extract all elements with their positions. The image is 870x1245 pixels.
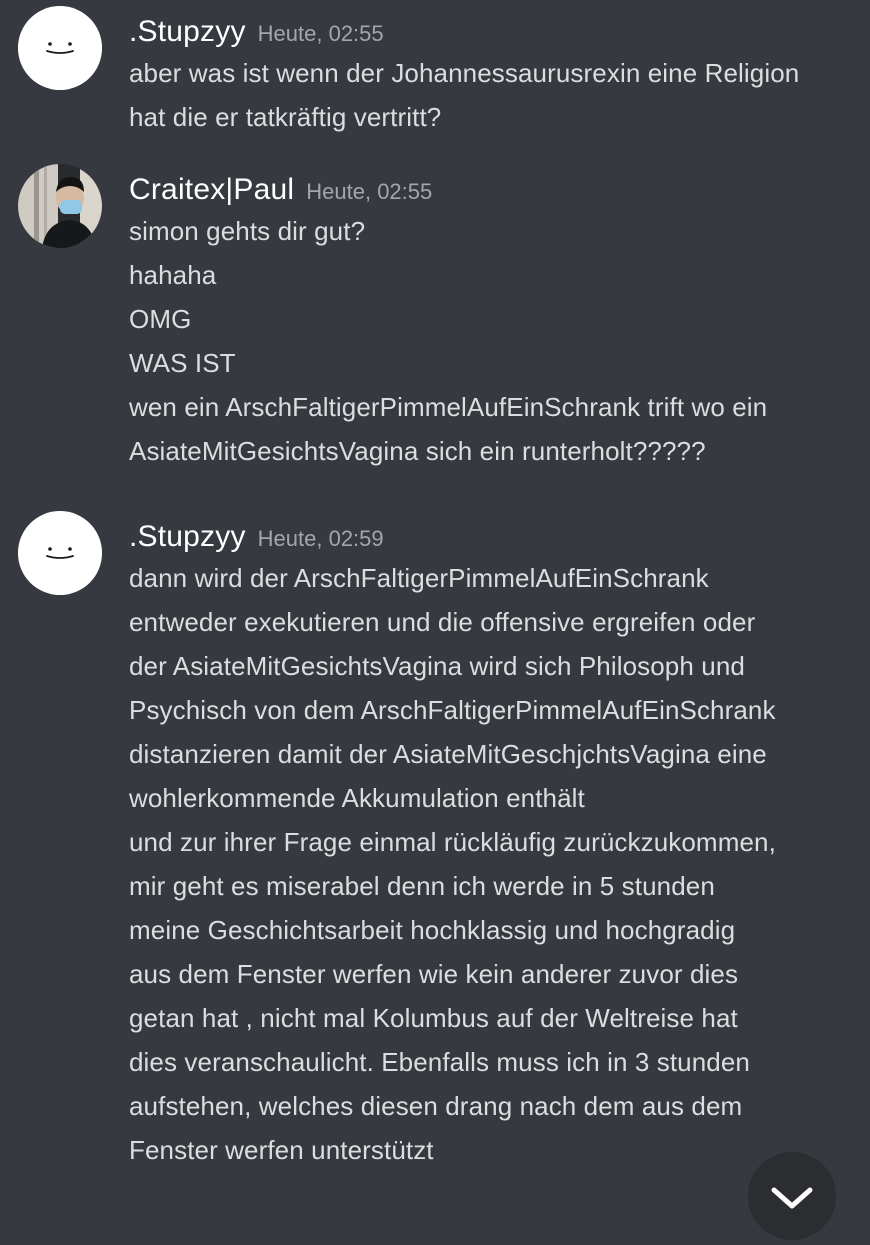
message-line: distanzieren damit der AsiateMitGeschjch… <box>129 739 767 769</box>
username[interactable]: .Stupzyy <box>129 520 246 553</box>
message-line: hat die er tatkräftig vertritt? <box>129 102 442 132</box>
message-line: simon gehts dir gut? <box>129 216 366 246</box>
message-header: .Stupzyy Heute, 02:59 <box>129 517 384 557</box>
message-line: aber was ist wenn der Johannessaurusrexi… <box>129 58 800 88</box>
message-content: dann wird der ArschFaltigerPimmelAufEinS… <box>129 556 864 1172</box>
timestamp: Heute, 02:55 <box>257 21 384 46</box>
smiley-face-icon[interactable] <box>18 511 102 595</box>
message-line: meine Geschichtsarbeit hochklassig und h… <box>129 915 736 945</box>
message-line: OMG <box>129 304 192 334</box>
username[interactable]: Craitex|Paul <box>129 173 294 206</box>
message-line: wohlerkommende Akkumulation enthält <box>129 783 585 813</box>
username[interactable]: .Stupzyy <box>129 15 246 48</box>
scroll-to-bottom-button[interactable] <box>748 1152 836 1240</box>
message-line: WAS IST <box>129 348 236 378</box>
message-line: und zur ihrer Frage einmal rückläufig zu… <box>129 827 776 857</box>
message-line: hahaha <box>129 260 217 290</box>
message-line: aufstehen, welches diesen drang nach dem… <box>129 1091 743 1121</box>
message-line: dann wird der ArschFaltigerPimmelAufEinS… <box>129 563 709 593</box>
message-line: Psychisch von dem ArschFaltigerPimmelAuf… <box>129 695 776 725</box>
chat-message-list: .Stupzyy Heute, 02:55 aber was ist wenn d… <box>0 0 870 1240</box>
message-line: aus dem Fenster werfen wie kein anderer … <box>129 959 739 989</box>
timestamp: Heute, 02:55 <box>306 179 433 204</box>
message-line: entweder exekutieren und die offensive e… <box>129 607 756 637</box>
timestamp: Heute, 02:59 <box>257 526 384 551</box>
message-content: aber was ist wenn der Johannessaurusrexi… <box>129 51 864 139</box>
message-header: Craitex|Paul Heute, 02:55 <box>129 170 432 210</box>
message-line: der AsiateMitGesichtsVagina wird sich Ph… <box>129 651 745 681</box>
message-content: simon gehts dir gut? hahaha OMG WAS IST … <box>129 209 864 473</box>
profile-photo[interactable] <box>18 164 102 248</box>
message-line: dies veranschaulicht. Ebenfalls muss ich… <box>129 1047 750 1077</box>
message-line: AsiateMitGesichtsVagina sich ein runterh… <box>129 436 706 466</box>
message-line: getan hat , nicht mal Kolumbus auf der W… <box>129 1003 738 1033</box>
message-header: .Stupzyy Heute, 02:55 <box>129 12 384 52</box>
smiley-face-icon[interactable] <box>18 6 102 90</box>
message-line: mir geht es miserabel denn ich werde in … <box>129 871 715 901</box>
chevron-down-icon <box>748 1187 836 1244</box>
message-line: wen ein ArschFaltigerPimmelAufEinSchrank… <box>129 392 768 422</box>
